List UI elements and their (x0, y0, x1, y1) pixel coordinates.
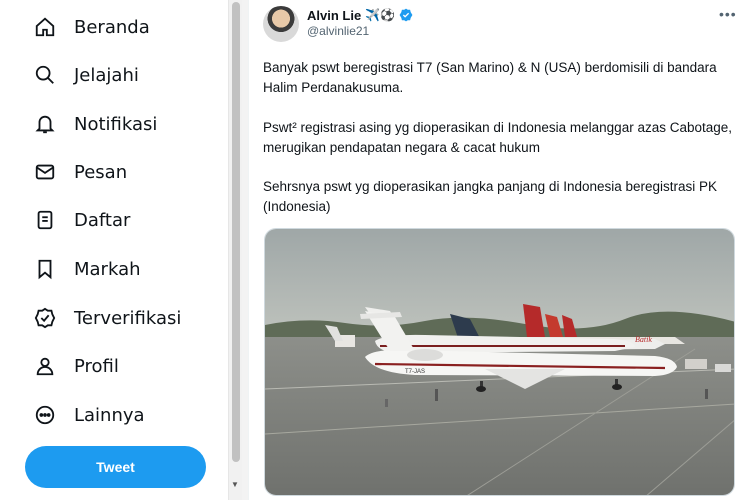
more-circle-icon (34, 404, 56, 426)
bookmark-icon (34, 258, 56, 280)
sidebar-item-profil[interactable]: Profil (34, 351, 119, 381)
sidebar-item-label: Jelajahi (74, 64, 139, 86)
sidebar-item-label: Profil (74, 355, 119, 377)
mail-icon (34, 161, 56, 183)
sidebar-item-label: Daftar (74, 209, 131, 231)
sidebar-item-beranda[interactable]: Beranda (34, 12, 150, 42)
page: Beranda Jelajahi Notifikasi Pesan Daftar (0, 0, 750, 500)
sidebar-item-label: Terverifikasi (74, 307, 182, 329)
tweet-button[interactable]: Tweet (25, 446, 206, 488)
sidebar-item-label: Markah (74, 258, 141, 280)
sidebar-item-label: Pesan (74, 161, 128, 183)
tweet-text-paragraph: Pswt² registrasi asing yg dioperasikan d… (263, 120, 733, 155)
airline-tail-text: Batik (635, 335, 652, 344)
verified-badge-icon (34, 307, 56, 329)
scrollbar-thumb[interactable] (232, 2, 240, 462)
avatar[interactable] (263, 6, 299, 42)
sidebar-item-label: Lainnya (74, 404, 145, 426)
bell-icon (34, 113, 56, 135)
sidebar-item-jelajahi[interactable]: Jelajahi (34, 60, 139, 90)
sidebar-item-lainnya[interactable]: Lainnya (34, 400, 145, 430)
sidebar-item-label: Notifikasi (74, 113, 158, 135)
sidebar: Beranda Jelajahi Notifikasi Pesan Daftar (0, 0, 228, 500)
verified-badge-icon (399, 8, 413, 22)
list-icon (34, 209, 56, 231)
scrollbar[interactable]: ▼ (228, 0, 242, 500)
more-horizontal-icon[interactable]: ••• (719, 6, 737, 22)
scroll-down-arrow-icon[interactable]: ▼ (231, 480, 239, 489)
author-handle[interactable]: @alvinlie21 (307, 24, 369, 38)
search-icon (34, 64, 56, 86)
sidebar-item-notifikasi[interactable]: Notifikasi (34, 109, 157, 139)
sidebar-item-pesan[interactable]: Pesan (34, 157, 127, 187)
tweet-card: Alvin Lie ✈️⚽ @alvinlie21 ••• Banyak psw… (248, 0, 750, 500)
home-icon (34, 16, 56, 38)
airport-apron-photo: T7-JAS Batik (265, 229, 734, 495)
sidebar-item-terverifikasi[interactable]: Terverifikasi (34, 303, 181, 333)
tweet-text-paragraph: Sehrsnya pswt yg dioperasikan jangka pan… (263, 179, 718, 214)
author-emoji: ✈️⚽ (365, 8, 396, 22)
sidebar-item-label: Beranda (74, 16, 150, 38)
author-name[interactable]: Alvin Lie (307, 8, 361, 23)
plane-registration-text: T7-JAS (405, 369, 425, 375)
sidebar-item-daftar[interactable]: Daftar (34, 205, 130, 235)
tweet-photo[interactable]: T7-JAS Batik (264, 228, 735, 496)
sidebar-item-markah[interactable]: Markah (34, 254, 141, 284)
tweet-text-paragraph: Banyak pswt beregistrasi T7 (San Marino)… (263, 60, 717, 95)
author-row: Alvin Lie ✈️⚽ (307, 6, 413, 24)
person-icon (34, 355, 56, 377)
